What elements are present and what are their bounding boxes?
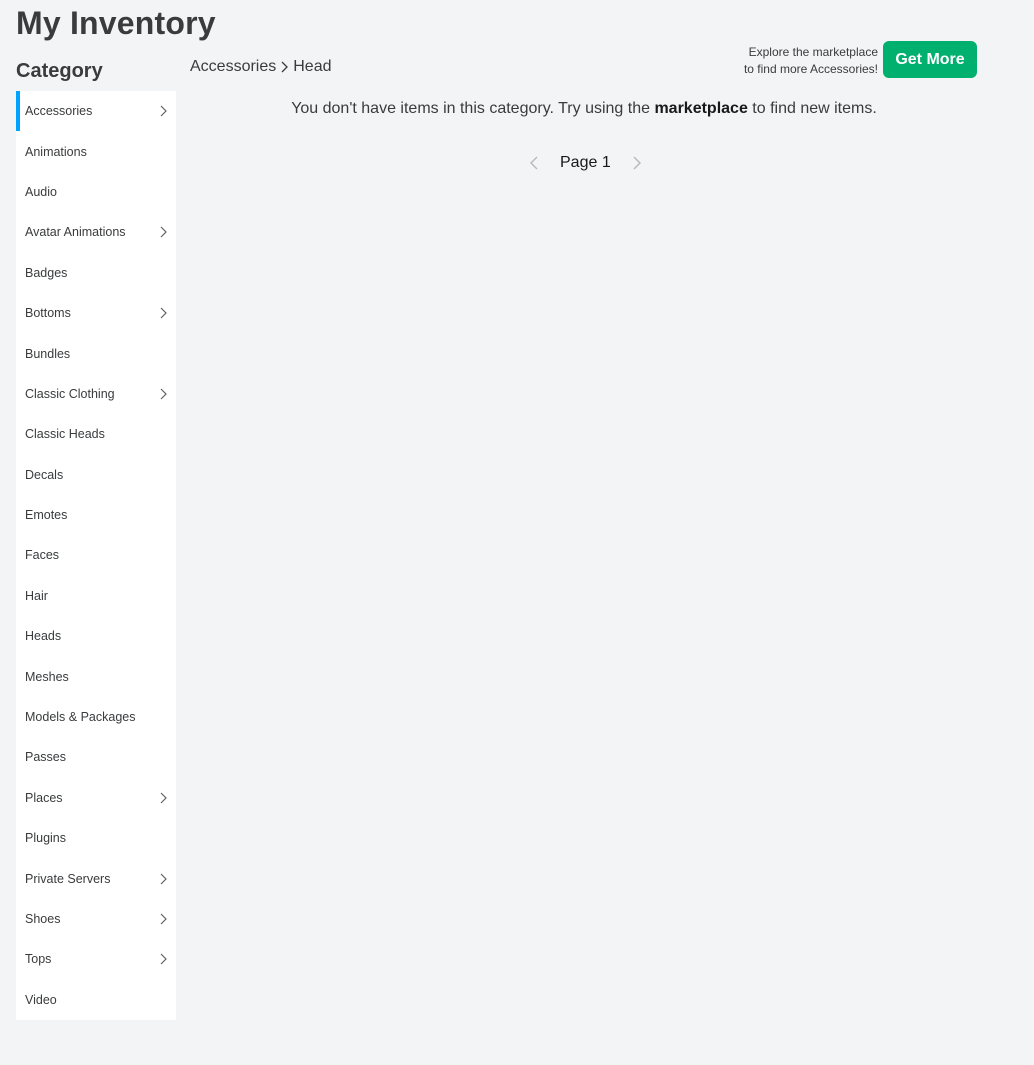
sidebar-item-label: Video	[25, 992, 57, 1007]
promo-text: Explore the marketplace to find more Acc…	[730, 44, 878, 78]
chevron-left-icon	[530, 156, 538, 170]
sidebar-item-label: Meshes	[25, 669, 69, 684]
sidebar-item-badges[interactable]: Badges	[16, 253, 176, 293]
sidebar-item-bundles[interactable]: Bundles	[16, 333, 176, 373]
chevron-right-icon	[160, 913, 167, 925]
sidebar-item-label: Bundles	[25, 346, 71, 361]
sidebar-item-label: Decals	[25, 467, 64, 482]
sidebar-item-animations[interactable]: Animations	[16, 131, 176, 171]
empty-state-text-before: You don't have items in this category. T…	[291, 100, 655, 117]
next-page-button[interactable]	[627, 152, 647, 174]
sidebar-item-places[interactable]: Places	[16, 778, 176, 818]
empty-state-message: You don't have items in this category. T…	[190, 100, 978, 118]
sidebar-item-meshes[interactable]: Meshes	[16, 656, 176, 696]
sidebar-item-hair[interactable]: Hair	[16, 576, 176, 616]
breadcrumb-current: Head	[293, 58, 332, 75]
promo-line-1: Explore the marketplace	[748, 45, 878, 59]
breadcrumb-parent[interactable]: Accessories	[190, 58, 276, 76]
sidebar-item-label: Animations	[25, 144, 87, 159]
chevron-right-icon	[160, 226, 167, 238]
sidebar-item-emotes[interactable]: Emotes	[16, 495, 176, 535]
previous-page-button[interactable]	[524, 152, 544, 174]
sidebar-item-label: Heads	[25, 629, 62, 644]
sidebar-item-classic-clothing[interactable]: Classic Clothing	[16, 374, 176, 414]
page-label: Page 1	[560, 154, 611, 171]
sidebar-item-label: Avatar Animations	[25, 225, 126, 240]
pagination: Page 1	[524, 152, 647, 174]
sidebar-item-plugins[interactable]: Plugins	[16, 818, 176, 858]
sidebar-item-label: Faces	[25, 548, 60, 563]
chevron-right-icon	[281, 61, 289, 73]
sidebar-item-label: Places	[25, 790, 63, 805]
sidebar-item-label: Badges	[25, 265, 68, 280]
chevron-right-icon	[633, 156, 641, 170]
sidebar-item-label: Models & Packages	[25, 710, 136, 725]
sidebar-item-decals[interactable]: Decals	[16, 455, 176, 495]
sidebar-item-label: Shoes	[25, 912, 61, 926]
marketplace-link[interactable]: marketplace	[654, 100, 747, 117]
sidebar-item-bottoms[interactable]: Bottoms	[16, 293, 176, 333]
chevron-right-icon	[160, 388, 167, 400]
sidebar-item-label: Classic Clothing	[25, 386, 115, 401]
sidebar-item-label: Audio	[25, 184, 57, 199]
sidebar-item-accessories[interactable]: Accessories	[16, 91, 176, 132]
sidebar-item-label: Tops	[25, 952, 52, 967]
empty-state-text-after: to find new items.	[747, 100, 877, 117]
chevron-right-icon	[160, 307, 167, 319]
sidebar-item-tops[interactable]: Tops	[16, 939, 176, 979]
sidebar-item-label: Hair	[25, 588, 48, 603]
sidebar-item-label: Bottoms	[25, 306, 71, 321]
sidebar-item-heads[interactable]: Heads	[16, 616, 176, 656]
sidebar-item-video[interactable]: Video	[16, 980, 176, 1020]
get-more-button[interactable]: Get More	[883, 41, 977, 78]
chevron-right-icon	[160, 953, 167, 965]
sidebar-item-avatar-animations[interactable]: Avatar Animations	[16, 212, 176, 252]
sidebar-item-private-servers[interactable]: Private Servers	[16, 858, 176, 898]
sidebar-item-faces[interactable]: Faces	[16, 535, 176, 575]
sidebar-item-label: Accessories	[25, 104, 93, 119]
page-title: My Inventory	[16, 5, 216, 41]
category-sidebar: Accessories Animations Audio Avatar Animati…	[16, 91, 176, 1020]
sidebar-item-classic-heads[interactable]: Classic Heads	[16, 414, 176, 454]
sidebar-item-label: Classic Heads	[25, 427, 105, 442]
sidebar-item-label: Passes	[25, 750, 66, 765]
promo-line-2: to find more Accessories!	[743, 62, 878, 76]
chevron-right-icon	[160, 792, 167, 804]
sidebar-item-passes[interactable]: Passes	[16, 737, 176, 777]
sidebar-item-label: Plugins	[25, 831, 66, 846]
sidebar-item-label: Private Servers	[25, 871, 111, 886]
chevron-right-icon	[160, 105, 167, 117]
category-heading: Category	[16, 60, 103, 82]
sidebar-item-models-packages[interactable]: Models & Packages	[16, 697, 176, 737]
sidebar-item-audio[interactable]: Audio	[16, 172, 176, 212]
sidebar-item-shoes[interactable]: Shoes	[16, 899, 176, 939]
chevron-right-icon	[160, 873, 167, 885]
sidebar-item-label: Emotes	[25, 508, 68, 523]
breadcrumb: Accessories Head	[190, 58, 332, 76]
